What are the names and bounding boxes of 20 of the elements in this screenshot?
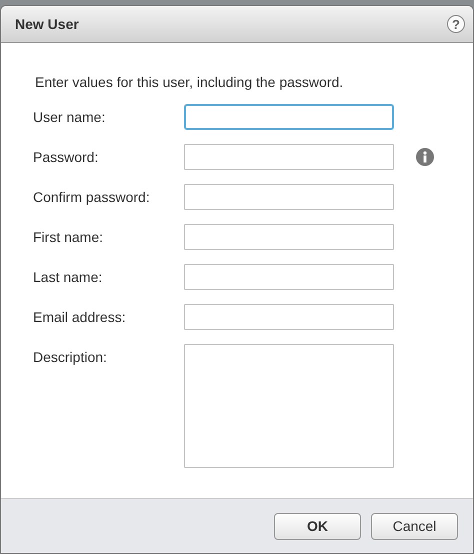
instruction-text: Enter values for this user, including the password. <box>35 74 344 90</box>
field-label: Email address: <box>33 308 127 325</box>
description-field[interactable] <box>184 344 394 468</box>
field-label: Password: <box>33 148 100 165</box>
field-label: Last name: <box>33 268 104 285</box>
input-field[interactable] <box>184 184 394 210</box>
ok-button[interactable]: OK <box>274 512 361 540</box>
info-icon[interactable] <box>416 148 434 166</box>
input-field[interactable] <box>184 224 394 250</box>
field-label: First name: <box>33 228 104 245</box>
cancel-button[interactable]: Cancel <box>371 512 458 540</box>
input-field[interactable] <box>184 264 394 290</box>
input-field[interactable] <box>184 304 394 330</box>
field-label: User name: <box>33 108 106 125</box>
field-label: Confirm password: <box>33 188 151 205</box>
dialog-title: New User <box>15 16 79 32</box>
input-field[interactable] <box>184 104 394 130</box>
input-field[interactable] <box>184 144 394 170</box>
help-button[interactable]: ? <box>447 15 465 33</box>
field-label: Description: <box>33 348 108 365</box>
